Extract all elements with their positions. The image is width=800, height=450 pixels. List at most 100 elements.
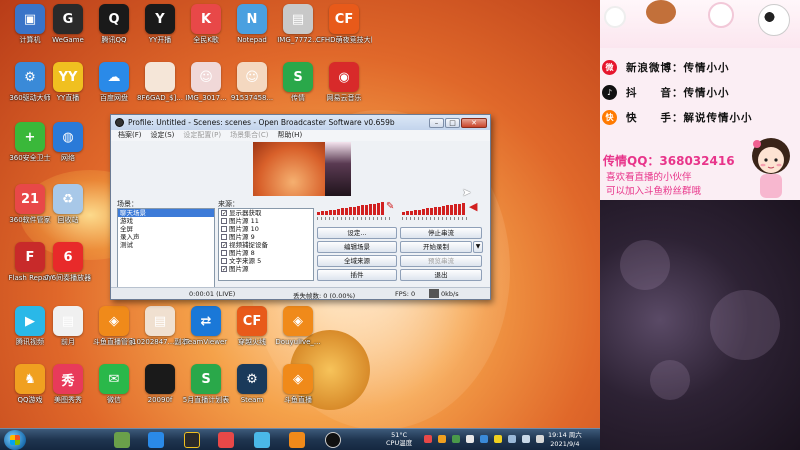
ime-icon[interactable] (536, 435, 544, 443)
clock-date: 2021/9/4 (550, 440, 580, 448)
desktop-app-icon: ✉ (99, 364, 129, 394)
network-icon[interactable] (508, 435, 516, 443)
source-item[interactable]: 文字来源 5 (219, 257, 313, 265)
tray-app-icon[interactable] (452, 435, 460, 443)
mic-icon[interactable]: ✎ (386, 201, 394, 213)
taskbar-explorer-icon[interactable] (114, 432, 130, 448)
source-checkbox[interactable] (221, 258, 227, 264)
mic-volume-meter[interactable] (317, 201, 384, 215)
social-account-row: 微新浪微博：传情小小 (602, 59, 730, 75)
tray-app-icon[interactable] (480, 435, 488, 443)
obs-menu-item[interactable]: 档案(F) (118, 130, 142, 141)
stream-overlay: 微新浪微博：传情小小 ♪ 抖 音：传情小小快快 手：解说传情小小 传情QQ：3680… (600, 0, 800, 200)
obs-menu-item[interactable]: 帮助(H) (277, 130, 302, 141)
desktop-icon[interactable]: CF CFHD萌夜竞技大区 (316, 4, 372, 62)
social-account-text: 抖 音：传情小小 (626, 86, 730, 99)
obs-menu-item[interactable]: 场景集合(C) (230, 130, 268, 141)
edit-scene-button[interactable]: 编辑场景 (317, 241, 397, 253)
close-button[interactable]: ✕ (461, 117, 487, 128)
taskbar-cloud-icon[interactable] (148, 432, 164, 448)
bunny-sticker-icon (604, 6, 626, 28)
taskbar-obs-icon[interactable] (325, 432, 341, 448)
desktop-icon[interactable]: ◈ Douyulive_... (270, 306, 326, 364)
obs-titlebar[interactable]: Profile: Untitled - Scenes: scenes - Ope… (111, 115, 490, 130)
desktop-app-icon (145, 62, 175, 92)
taskbar-douyu-icon[interactable] (289, 432, 305, 448)
webcam-feed (600, 200, 800, 450)
desktop-volume-meter[interactable] (402, 201, 465, 215)
tray-app-icon[interactable] (424, 435, 432, 443)
desktop-app-icon: S (283, 62, 313, 92)
desktop-icon[interactable]: ◈ 斗鱼直播 (270, 364, 326, 422)
source-item[interactable]: ✓ 视频捕捉设备 (219, 241, 313, 249)
source-checkbox[interactable] (221, 234, 227, 240)
tray-app-icon[interactable] (494, 435, 502, 443)
source-checkbox[interactable]: ✓ (221, 242, 227, 249)
desktop-icon[interactable]: 6 7/6间奏播放器 (40, 242, 96, 300)
speaker-icon[interactable]: ◀ (469, 200, 477, 213)
global-sources-button[interactable]: 全域来源 (317, 255, 397, 267)
meter-bar (337, 209, 340, 215)
plugins-button[interactable]: 插件 (317, 269, 397, 281)
social-account-text: 新浪微博：传情小小 (626, 61, 730, 74)
start-button[interactable] (4, 430, 26, 450)
obs-menu-item[interactable]: 设定(S) (151, 130, 175, 141)
meter-bar (430, 207, 433, 215)
volume-icon[interactable] (522, 435, 530, 443)
exit-button[interactable]: 退出 (400, 269, 482, 281)
source-item[interactable]: 图片源 9 (219, 233, 313, 241)
source-checkbox[interactable] (221, 226, 227, 232)
tray-app-icon[interactable] (466, 435, 474, 443)
scene-item[interactable]: 聊天场景 (118, 209, 214, 217)
desktop-app-icon: K (191, 4, 221, 34)
record-options-dropdown[interactable]: ▼ (473, 241, 483, 253)
desktop-app-icon: ◈ (283, 306, 313, 336)
meter-bar (422, 209, 425, 215)
source-item[interactable]: ✓ 图片源 (219, 265, 313, 273)
source-item[interactable]: 图片源 8 (219, 249, 313, 257)
source-checkbox[interactable]: ✓ (221, 266, 227, 273)
source-label: 显示器获取 (229, 209, 262, 217)
taskbar-wegame-icon[interactable] (184, 432, 200, 448)
bokeh-light (620, 240, 670, 290)
source-label: 视频捕捉设备 (229, 241, 268, 249)
scenes-list[interactable]: 聊天场景 游戏 全屏 录入声 测试 (117, 208, 215, 288)
sources-list[interactable]: ✓ 显示器获取 图片源 11 图片源 10 图片源 9 ✓ 视频捕捉设备 图片源 8 文字来源 … (218, 208, 314, 281)
preview-stream-button[interactable]: 预览串流 (400, 255, 482, 267)
meter-bar (317, 212, 320, 215)
desktop-icon[interactable]: ◉ 网易云音乐 (316, 62, 372, 120)
source-checkbox[interactable]: ✓ (221, 210, 227, 217)
scene-item[interactable]: 测试 (118, 241, 214, 249)
source-item[interactable]: 图片源 10 (219, 225, 313, 233)
desktop-meter-scale (402, 217, 468, 220)
scene-item[interactable]: 游戏 (118, 217, 214, 225)
scene-item[interactable]: 全屏 (118, 225, 214, 233)
meter-bar (450, 204, 453, 215)
clock[interactable]: 19:14 周六 2021/9/4 (548, 431, 582, 449)
minimize-button[interactable]: – (429, 117, 444, 128)
puppy-sticker-icon (646, 0, 676, 24)
maximize-button[interactable]: □ (445, 117, 460, 128)
settings-button[interactable]: 设定... (317, 227, 397, 239)
weibo-icon: 微 (602, 59, 617, 75)
source-checkbox[interactable] (221, 250, 227, 256)
sticker-banner (600, 0, 800, 48)
source-checkbox[interactable] (221, 218, 227, 224)
taskbar-browser-icon[interactable] (254, 432, 270, 448)
stop-stream-button[interactable]: 停止串流 (400, 227, 482, 239)
obs-window[interactable]: Profile: Untitled - Scenes: scenes - Ope… (110, 114, 491, 300)
start-record-button[interactable]: 开始录制 (400, 241, 472, 253)
stream-time: 0:00:01 (LIVE) (189, 290, 236, 298)
source-item[interactable]: 图片源 11 (219, 217, 313, 225)
desktop-icon-label: CFHD萌夜竞技大区 (316, 36, 372, 44)
obs-menu-item[interactable]: 设定配置(P) (183, 130, 221, 141)
scene-item[interactable]: 录入声 (118, 233, 214, 241)
meter-bar (349, 207, 352, 215)
desktop-icon[interactable]: ♻ 回收站 (40, 184, 96, 242)
taskbar-ksong-icon[interactable] (218, 432, 234, 448)
meter-bar (341, 208, 344, 215)
meter-bar (410, 210, 413, 215)
desktop-icon[interactable]: ◍ 网络 (40, 122, 96, 180)
source-item[interactable]: ✓ 显示器获取 (219, 209, 313, 217)
tray-app-icon[interactable] (438, 435, 446, 443)
